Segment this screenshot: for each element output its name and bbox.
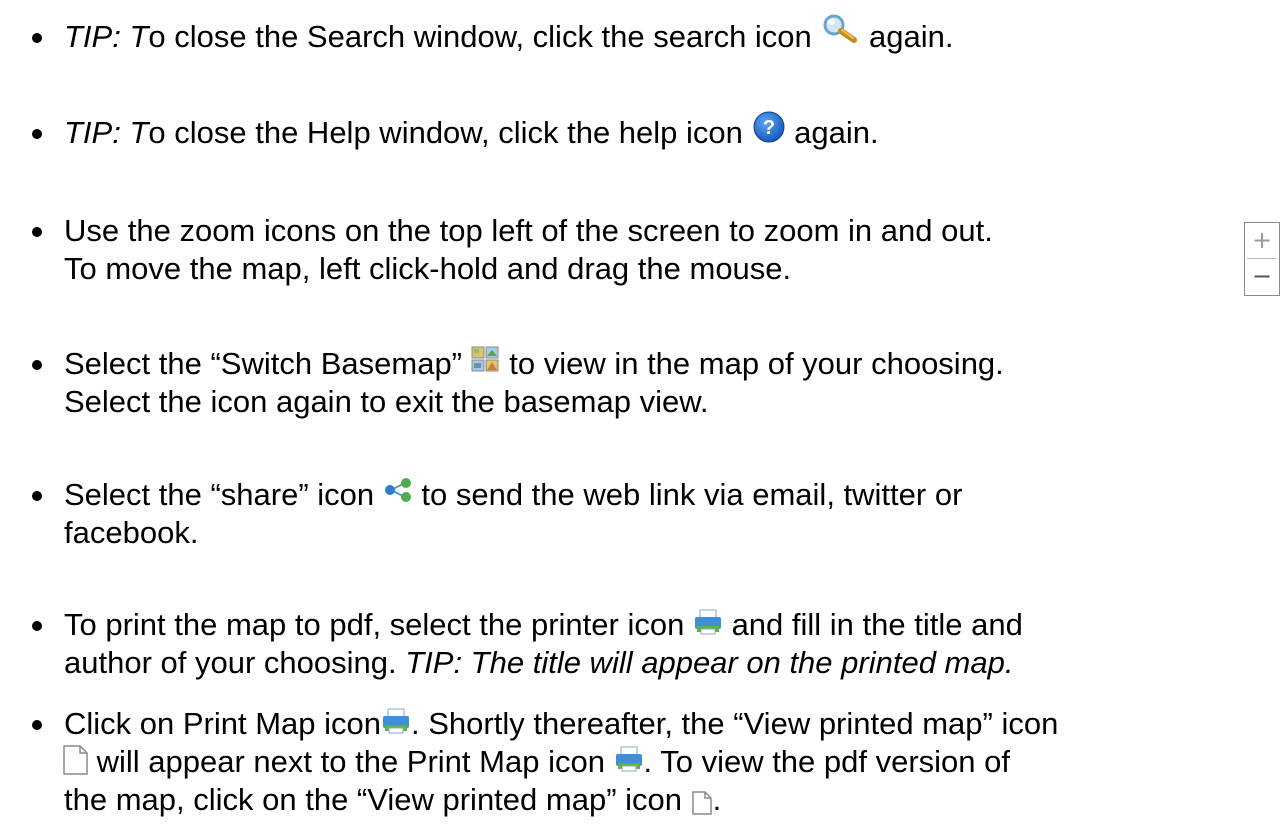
zoom-out-icon: − <box>1247 260 1277 293</box>
bullet <box>32 360 42 370</box>
view-printed-map-icon <box>62 745 88 775</box>
printer-icon <box>693 606 723 635</box>
svg-text:?: ? <box>762 117 774 139</box>
bullet <box>32 129 42 139</box>
bullet <box>32 491 42 501</box>
view-printed-map-icon <box>691 786 713 815</box>
tip-text: TIP: The title will appear on the printe… <box>405 645 1014 680</box>
switch-basemap-icon <box>471 343 501 372</box>
print-map-icon <box>614 743 644 772</box>
help-icon: ? <box>752 110 786 144</box>
zoom-in-icon: + <box>1247 224 1277 257</box>
tip-label: TIP: T <box>64 115 149 150</box>
zoom-divider <box>1247 258 1277 259</box>
zoom-control: + − <box>1244 222 1280 296</box>
bullet <box>32 227 42 237</box>
share-icon <box>383 474 413 502</box>
search-icon <box>820 14 860 44</box>
tip-label: TIP: T <box>64 19 149 54</box>
bullet <box>32 33 42 43</box>
bullet <box>32 720 42 730</box>
print-map-icon <box>381 705 411 734</box>
bullet <box>32 621 42 631</box>
